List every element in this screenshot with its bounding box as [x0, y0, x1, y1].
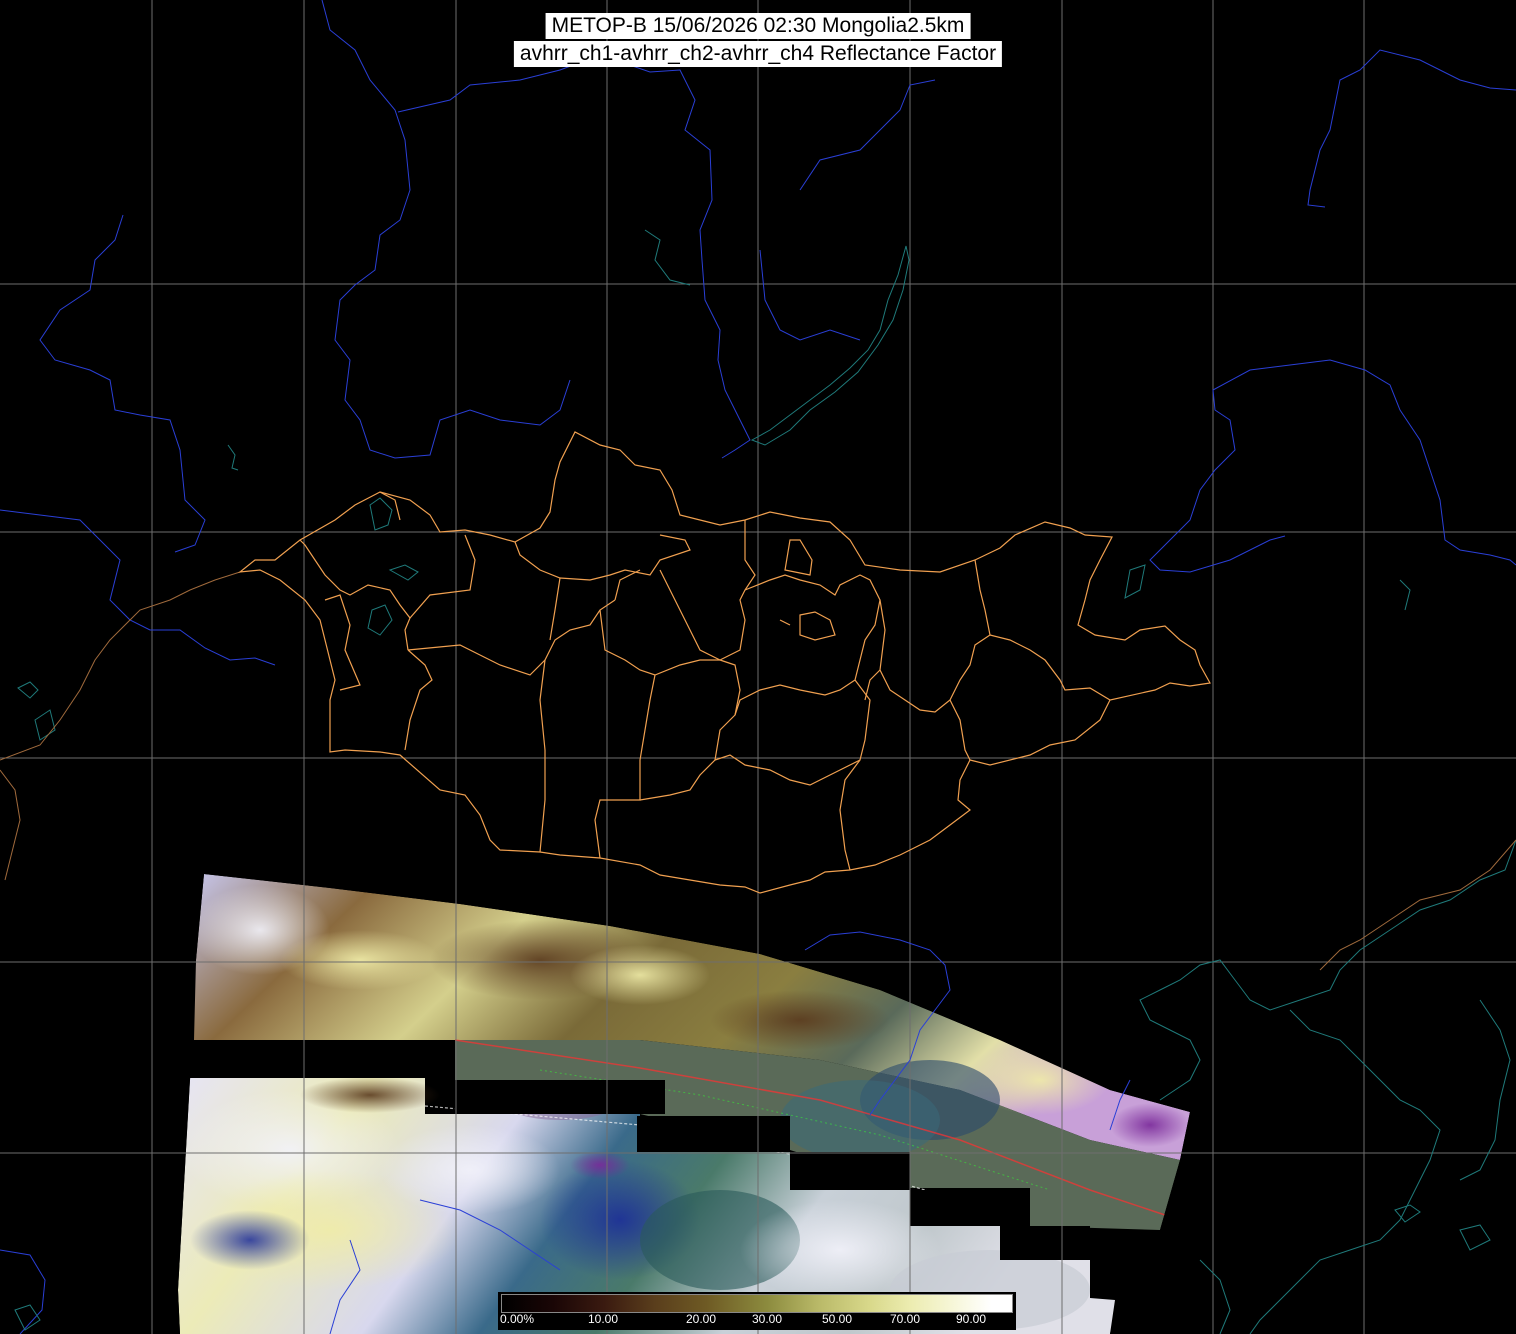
- colorbar-tick-label: 20.00: [686, 1312, 717, 1326]
- reflectance-colorbar: 0.00% 10.00 20.00 30.00 50.00 70.00 90.0…: [498, 1292, 1016, 1330]
- colorbar-tick-label: 10.00: [588, 1312, 619, 1326]
- satellite-map: [0, 0, 1516, 1334]
- colorbar-gradient: [501, 1294, 1013, 1313]
- colorbar-tick-label: 30.00: [752, 1312, 783, 1326]
- colorbar-tick-label: 0.00%: [500, 1312, 535, 1326]
- colorbar-tick-label: 90.00: [956, 1312, 987, 1326]
- map-title-line-1: METOP-B 15/06/2026 02:30 Mongolia2.5km: [545, 13, 971, 39]
- map-title-line-2: avhrr_ch1-avhrr_ch2-avhrr_ch4 Reflectanc…: [513, 41, 1003, 67]
- colorbar-tick-label: 70.00: [890, 1312, 921, 1326]
- satellite-swath-image: [178, 874, 1190, 1334]
- map-viewer: { "header": { "line1": "METOP-B 15/06/20…: [0, 0, 1516, 1334]
- colorbar-tick-label: 50.00: [822, 1312, 853, 1326]
- mongolia-admin-boundaries: [238, 431, 1211, 894]
